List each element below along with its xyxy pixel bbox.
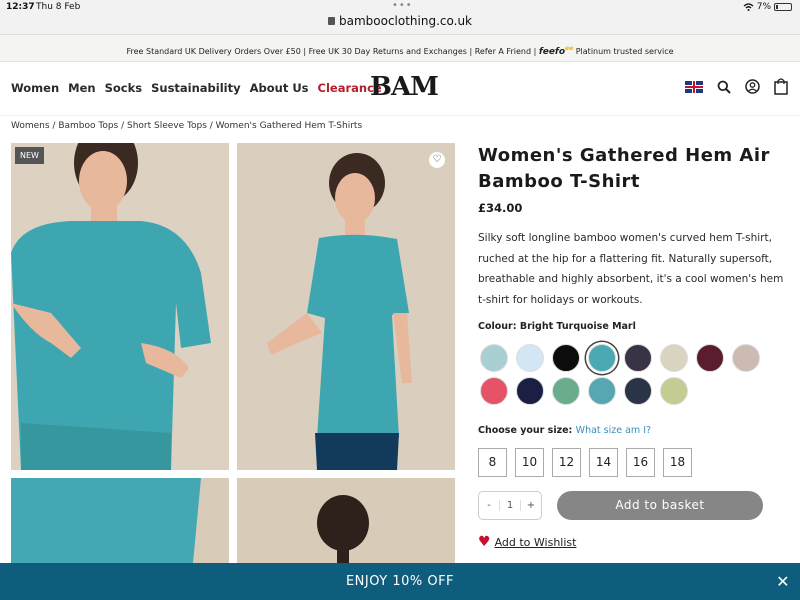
colour-swatches bbox=[480, 344, 790, 405]
heart-icon: ♥ bbox=[478, 534, 491, 550]
size-10[interactable]: 10 bbox=[515, 448, 544, 477]
status-time: 12:37 bbox=[6, 2, 35, 12]
size-8[interactable]: 8 bbox=[478, 448, 507, 477]
product-price: £34.00 bbox=[478, 201, 523, 215]
colour-swatch[interactable] bbox=[552, 377, 580, 405]
status-date: Thu 8 Feb bbox=[36, 2, 81, 12]
url-text: bambooclothing.co.uk bbox=[338, 14, 472, 28]
nav-about-us[interactable]: About Us bbox=[250, 81, 309, 95]
colour-swatch[interactable] bbox=[696, 344, 724, 372]
uk-flag-icon[interactable] bbox=[685, 80, 703, 93]
size-options: 8 10 12 14 16 18 bbox=[478, 448, 692, 477]
lock-icon bbox=[327, 17, 335, 25]
model-illustration-2 bbox=[267, 153, 412, 470]
size-18[interactable]: 18 bbox=[663, 448, 692, 477]
search-icon[interactable] bbox=[717, 80, 731, 94]
back-view-illustration bbox=[317, 495, 369, 563]
colour-swatch[interactable] bbox=[660, 344, 688, 372]
colour-swatch[interactable] bbox=[588, 344, 616, 372]
add-to-wishlist[interactable]: ♥ Add to Wishlist bbox=[478, 535, 576, 549]
main-nav: Women Men Socks Sustainability About Us … bbox=[11, 81, 382, 95]
nav-men[interactable]: Men bbox=[68, 81, 95, 95]
wishlist-link[interactable]: Add to Wishlist bbox=[495, 536, 577, 549]
wifi-icon bbox=[743, 3, 754, 11]
wishlist-heart-icon[interactable]: ♡ bbox=[429, 152, 445, 168]
size-guide-link[interactable]: What size am I? bbox=[576, 425, 651, 436]
banner-text: ENJOY 10% OFF bbox=[345, 574, 455, 589]
nav-women[interactable]: Women bbox=[11, 81, 59, 95]
battery-percent: 7% bbox=[756, 2, 771, 12]
feefo-trust-text: Platinum trusted service bbox=[575, 47, 674, 56]
colour-swatch[interactable] bbox=[624, 377, 652, 405]
status-right: 7% bbox=[743, 2, 792, 12]
tab-dots-icon[interactable]: ••• bbox=[392, 0, 413, 11]
new-badge: NEW bbox=[15, 147, 44, 164]
colour-swatch[interactable] bbox=[732, 344, 760, 372]
header-icons bbox=[685, 78, 788, 95]
size-label-text: Choose your size: bbox=[478, 425, 573, 436]
colour-swatch[interactable] bbox=[516, 377, 544, 405]
product-photo-model-full[interactable]: ♡ bbox=[237, 143, 455, 470]
product-description: Silky soft longline bamboo women's curve… bbox=[478, 232, 784, 306]
qty-minus-button[interactable]: - bbox=[479, 500, 499, 511]
account-icon[interactable] bbox=[745, 79, 760, 94]
colour-swatch[interactable] bbox=[480, 344, 508, 372]
browser-status-bar: 12:37 Thu 8 Feb ••• 7% bambooclothing.co… bbox=[0, 0, 800, 34]
nav-socks[interactable]: Socks bbox=[105, 81, 143, 95]
main-header: Women Men Socks Sustainability About Us … bbox=[0, 62, 800, 116]
promo-bar: Free Standard UK Delivery Orders Over £5… bbox=[0, 34, 800, 62]
battery-icon bbox=[774, 3, 792, 11]
close-icon[interactable]: ✕ bbox=[776, 563, 790, 600]
colour-swatch[interactable] bbox=[480, 377, 508, 405]
size-12[interactable]: 12 bbox=[552, 448, 581, 477]
fabric-detail bbox=[11, 478, 229, 563]
colour-swatch[interactable] bbox=[552, 344, 580, 372]
colour-label: Colour: Bright Turquoise Marl bbox=[478, 321, 636, 332]
size-14[interactable]: 14 bbox=[589, 448, 618, 477]
model-illustration bbox=[11, 143, 211, 470]
size-label: Choose your size: What size am I? bbox=[478, 425, 651, 436]
breadcrumb[interactable]: Womens / Bamboo Tops / Short Sleeve Tops… bbox=[11, 121, 362, 131]
colour-swatch[interactable] bbox=[660, 377, 688, 405]
size-16[interactable]: 16 bbox=[626, 448, 655, 477]
add-to-basket-button[interactable]: Add to basket bbox=[557, 491, 763, 520]
product-photo-front-smiling[interactable]: NEW bbox=[11, 143, 229, 470]
qty-input[interactable]: 1 bbox=[499, 500, 521, 511]
product-title: Women's Gathered Hem Air Bamboo T-Shirt bbox=[478, 145, 770, 192]
colour-swatch[interactable] bbox=[588, 377, 616, 405]
promo-text: Free Standard UK Delivery Orders Over £5… bbox=[126, 47, 537, 56]
quantity-stepper: - 1 + bbox=[478, 491, 542, 520]
shopping-bag-icon[interactable] bbox=[774, 78, 788, 95]
colour-swatch[interactable] bbox=[516, 344, 544, 372]
discount-banner[interactable]: ENJOY 10% OFF ✕ bbox=[0, 563, 800, 600]
address-bar[interactable]: bambooclothing.co.uk bbox=[0, 14, 800, 28]
product-photo-detail[interactable] bbox=[11, 478, 229, 563]
nav-sustainability[interactable]: Sustainability bbox=[151, 81, 241, 95]
colour-swatch[interactable] bbox=[624, 344, 652, 372]
feefo-logo[interactable]: feefoee bbox=[539, 45, 573, 57]
product-photo-back[interactable] bbox=[237, 478, 455, 563]
bam-logo[interactable]: BAM bbox=[370, 72, 439, 102]
qty-plus-button[interactable]: + bbox=[521, 500, 541, 511]
